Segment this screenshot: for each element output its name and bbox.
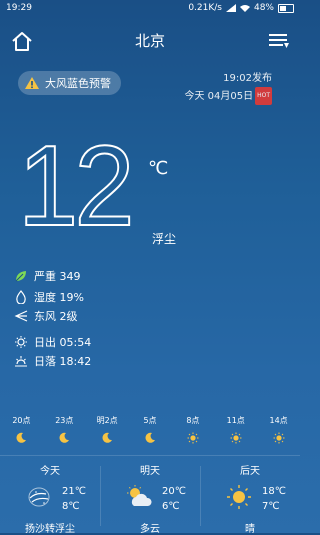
day-low: 8℃: [62, 501, 80, 512]
wind-row: 东风 2级: [14, 308, 78, 324]
day-name: 今天: [40, 466, 60, 477]
humidity-row: 湿度 19%: [14, 289, 84, 305]
publish-time: 19:02发布: [223, 73, 272, 84]
weather-alert-badge[interactable]: 大风蓝色预警: [18, 71, 121, 95]
partly-cloudy-icon: [127, 485, 152, 506]
water-drop-icon: [16, 290, 26, 304]
battery-icon: [278, 3, 294, 13]
hourly-item[interactable]: 14点: [257, 415, 300, 455]
wind-text: 东风 2级: [34, 310, 78, 323]
aqi-text: 严重 349: [34, 270, 81, 283]
hour-label: 5点: [143, 416, 157, 425]
moon-icon: [59, 432, 70, 443]
current-temperature: 12: [17, 129, 136, 245]
hour-label: 20点: [12, 416, 31, 425]
hour-label: 明2点: [96, 416, 118, 425]
day-temp: 21℃ 8℃: [62, 484, 86, 514]
hot-badge: HOT: [255, 87, 272, 105]
humidity-text: 湿度 19%: [34, 291, 84, 304]
battery-percent: 48%: [253, 3, 274, 13]
sunset-row: 日落 18:42: [14, 353, 91, 369]
day-low: 7℃: [262, 501, 280, 512]
city-title[interactable]: 北京: [0, 30, 300, 51]
day-high: 20℃: [162, 486, 186, 497]
hour-label: 23点: [55, 416, 74, 425]
sandstorm-icon: [28, 487, 50, 507]
publish-date-row: 今天 04月05日 HOT: [184, 87, 272, 105]
hour-label: 11点: [226, 416, 245, 425]
wifi-icon: [239, 5, 250, 12]
day-name: 后天: [240, 466, 260, 477]
sun-icon: [273, 432, 285, 444]
hour-label: 8点: [186, 416, 200, 425]
divider: [0, 455, 300, 456]
daily-forecast-today[interactable]: 今天 21℃ 8℃ 扬沙转浮尘: [0, 462, 100, 535]
moon-icon: [102, 432, 113, 443]
leaf-icon: [15, 271, 26, 282]
hour-label: 14点: [269, 416, 288, 425]
day-high: 21℃: [62, 486, 86, 497]
hourly-item[interactable]: 明2点: [86, 415, 129, 455]
sun-icon: [227, 485, 251, 509]
sunrise-icon: [15, 336, 27, 348]
sun-icon: [230, 432, 242, 444]
day-low: 6℃: [162, 501, 180, 512]
hourly-item[interactable]: 5点: [129, 415, 172, 455]
status-time: 19:29: [6, 3, 32, 13]
publish-date: 今天 04月05日: [184, 91, 254, 102]
moon-icon: [16, 432, 27, 443]
day-temp: 20℃ 6℃: [162, 484, 186, 514]
temperature-value: 12: [17, 123, 136, 250]
aqi-row[interactable]: 严重 349: [14, 268, 81, 284]
daily-forecast-after-tomorrow[interactable]: 后天 18℃ 7℃ 晴: [200, 462, 300, 535]
warning-icon: [25, 77, 39, 89]
day-name: 明天: [140, 466, 160, 477]
network-speed: 0.21K/s: [188, 3, 222, 13]
status-bar: 19:29 0.21K/s 48%: [0, 0, 300, 16]
hourly-item[interactable]: 20点: [0, 415, 43, 455]
status-right: 0.21K/s 48%: [188, 3, 294, 13]
hourly-forecast[interactable]: 20点 23点 明2点 5点 8点 11点 14点: [0, 415, 300, 455]
alert-label: 大风蓝色预警: [45, 77, 111, 90]
hourly-item[interactable]: 11点: [214, 415, 257, 455]
current-condition: 浮尘: [152, 232, 177, 246]
sunrise-row: 日出 05:54: [14, 334, 91, 350]
temperature-unit: ℃: [148, 158, 169, 179]
sunset-text: 日落 18:42: [34, 355, 92, 368]
publish-info: 19:02发布 今天 04月05日 HOT: [184, 71, 272, 105]
hourly-item[interactable]: 8点: [171, 415, 214, 455]
wind-direction-icon: [14, 310, 28, 322]
sun-icon: [187, 432, 199, 444]
menu-icon[interactable]: [268, 32, 290, 50]
sunrise-text: 日出 05:54: [34, 336, 92, 349]
daily-forecast-tomorrow[interactable]: 明天 20℃ 6℃ 多云: [100, 462, 200, 535]
hourly-item[interactable]: 23点: [43, 415, 86, 455]
signal-icon: [225, 4, 236, 12]
day-high: 18℃: [262, 486, 286, 497]
sunset-icon: [15, 356, 27, 367]
day-temp: 18℃ 7℃: [262, 484, 286, 514]
moon-icon: [145, 432, 155, 443]
